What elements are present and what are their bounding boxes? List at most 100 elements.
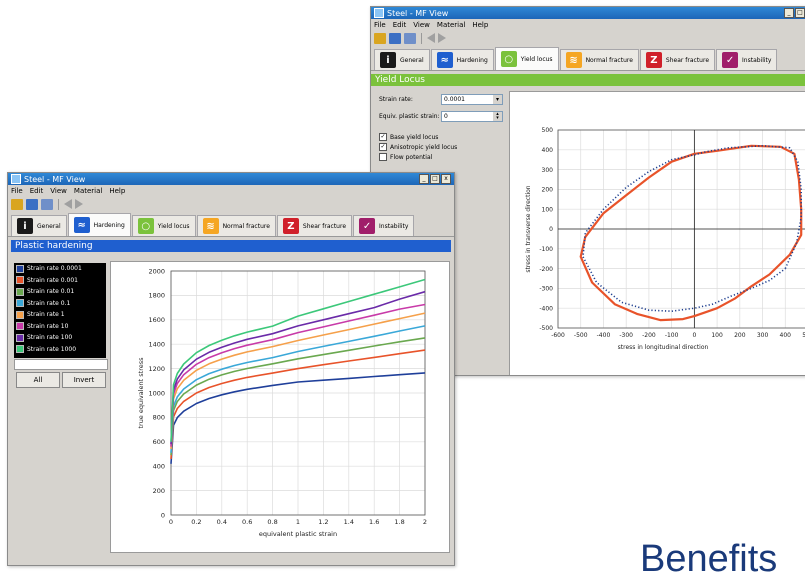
legend-panel: Strain rate 0.0001 Strain rate 0.001 Strai… [14,263,106,358]
close-button[interactable]: x [441,174,451,184]
back-arrow-icon[interactable] [64,199,72,209]
tab-instability[interactable]: ✓ Instability [716,49,778,70]
hardening-icon: ≈ [73,217,90,233]
flow-potential-checkbox[interactable]: Flow potential [379,152,457,162]
tab-label: Normal fracture [585,56,633,64]
x-tick-label: 0.2 [191,518,201,526]
normal-fracture-icon: ≋ [202,218,219,234]
tab-hardening[interactable]: ≈ Hardening [67,213,131,236]
legend-item[interactable]: Strain rate 0.01 [14,286,106,298]
menu-help[interactable]: Help [472,21,488,29]
x-tick-label: 1 [296,518,300,526]
section-header: Plastic hardening [11,240,451,252]
tab-normal-fracture[interactable]: ≋ Normal fracture [196,215,276,236]
strain-rate-select[interactable]: 0.0001 ▾ [441,94,503,105]
legend-item[interactable]: Strain rate 0.1 [14,298,106,310]
info-icon: i [380,52,396,68]
menu-material[interactable]: Material [437,21,465,29]
menu-view[interactable]: View [413,21,430,29]
toolbar-divider [58,198,59,210]
menu-file[interactable]: File [11,187,23,195]
legend-item[interactable]: Strain rate 0.001 [14,275,106,287]
legend-label: Strain rate 0.1 [27,299,71,307]
checkbox-box[interactable]: ✓ [379,133,387,141]
normal-fracture-icon: ≋ [565,52,582,68]
menu-view[interactable]: View [50,187,67,195]
forward-arrow-icon[interactable] [438,33,446,43]
y-tick-label: 400 [542,147,554,154]
x-tick-label: 2 [423,518,427,526]
base-locus-line [579,144,803,322]
legend-swatch [16,310,24,319]
menu-edit[interactable]: Edit [30,187,44,195]
instability-icon: ✓ [722,52,739,68]
x-tick-label: -200 [642,332,656,339]
tab-normal-fracture[interactable]: ≋ Normal fracture [559,49,639,70]
x-axis-label: equivalent plastic strain [259,530,337,538]
tab-shear-fracture[interactable]: Z Shear fracture [276,215,353,236]
tab-label: General [400,56,424,64]
menu-file[interactable]: File [374,21,386,29]
tab-general[interactable]: i General [374,49,430,70]
tab-instability[interactable]: ✓ Instability [353,215,415,236]
app-icon [11,174,21,184]
legend-label: Strain rate 10 [27,322,69,330]
save-all-icon[interactable] [41,198,53,210]
y-tick-label: 200 [542,187,554,194]
yield-plot-pane: -600-500-400-300-200-1000100200300400500… [509,91,805,375]
legend-label: Strain rate 1 [27,311,65,319]
menu-edit[interactable]: Edit [393,21,407,29]
legend-item[interactable]: Strain rate 1 [14,309,106,321]
forward-arrow-icon[interactable] [75,199,83,209]
spinner-icon[interactable]: ▴ ▾ [493,112,502,121]
checkbox-box[interactable]: ✓ [379,143,387,151]
x-tick-label: -100 [665,332,679,339]
equiv-strain-value: 0 [444,113,448,120]
minimize-button[interactable]: _ [419,174,429,184]
tab-hardening[interactable]: ≈ Hardening [430,49,494,70]
x-tick-label: 1.2 [318,518,328,526]
tab-yield-locus[interactable]: ○ Yield locus [131,215,196,236]
anisotropic-yield-locus-checkbox[interactable]: ✓ Anisotropic yield locus [379,142,457,152]
checkbox-group: ✓ Base yield locus ✓ Anisotropic yield loc… [379,132,457,162]
save-icon[interactable] [389,32,401,44]
back-arrow-icon[interactable] [427,33,435,43]
yield-locus-icon: ○ [137,218,154,234]
minimize-button[interactable]: _ [784,8,794,18]
tab-general[interactable]: i General [11,215,67,236]
checkbox-box[interactable] [379,153,387,161]
tab-yield-locus[interactable]: ○ Yield locus [494,47,559,70]
legend-item[interactable]: Strain rate 0.0001 [14,263,106,275]
window-controls: _ □ x [419,174,451,184]
open-folder-icon[interactable] [11,198,23,210]
base-yield-locus-checkbox[interactable]: ✓ Base yield locus [379,132,457,142]
menu-help[interactable]: Help [109,187,125,195]
legend-item[interactable]: Strain rate 10 [14,321,106,333]
invert-button[interactable]: Invert [62,372,106,388]
y-tick-label: 1400 [148,341,165,349]
save-icon[interactable] [26,198,38,210]
checkbox-label: Flow potential [390,153,433,161]
x-tick-label: 0.8 [267,518,277,526]
checkbox-label: Base yield locus [390,133,439,141]
maximize-button[interactable]: □ [795,8,805,18]
legend-swatch [16,333,24,342]
menu-material[interactable]: Material [74,187,102,195]
equiv-strain-field[interactable]: 0 ▴ ▾ [441,111,503,122]
legend-item[interactable]: Strain rate 100 [14,332,106,344]
all-button[interactable]: All [16,372,60,388]
app-icon [374,8,384,18]
tab-shear-fracture[interactable]: Z Shear fracture [639,49,716,70]
tab-bar: i General ≈ Hardening ○ Yield locus ≋ Normal… [371,46,805,71]
x-tick-label: -300 [619,332,633,339]
legend-item[interactable]: Strain rate 1000 [14,344,106,356]
save-all-icon[interactable] [404,32,416,44]
chevron-down-icon[interactable]: ▾ [493,95,502,104]
y-tick-label: 1000 [148,389,165,397]
maximize-button[interactable]: □ [430,174,440,184]
window-controls: _ □ [784,8,805,18]
legend-label: Strain rate 0.0001 [27,265,82,273]
x-tick-label: 0 [169,518,173,526]
tab-bar: i General ≈ Hardening ○ Yield locus ≋ Normal… [8,212,454,237]
open-folder-icon[interactable] [374,32,386,44]
